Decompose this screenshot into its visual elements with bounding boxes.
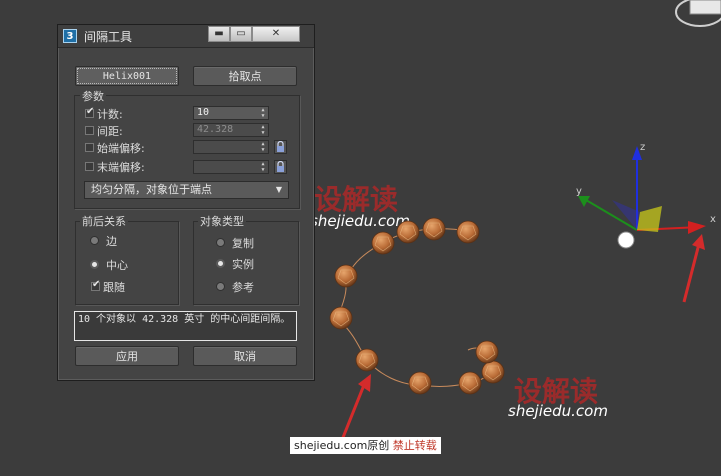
icosphere-object[interactable] xyxy=(458,371,482,395)
spacing-tool-dialog: 3 间隔工具 ▬ ▭ ✕ Helix001 拾取点 参数 ✔ 计数: 10 ▲ ▼… xyxy=(57,24,315,381)
spacing-value: 42.328 xyxy=(197,124,234,135)
radio-copy[interactable] xyxy=(216,238,225,247)
spacing-checkbox[interactable] xyxy=(85,126,94,135)
spinner-arrows-icon[interactable]: ▲ ▼ xyxy=(259,161,267,173)
dialog-title: 间隔工具 xyxy=(84,30,133,44)
end-offset-spinner[interactable]: ▲ ▼ xyxy=(193,160,269,174)
lock-icon[interactable] xyxy=(274,140,287,154)
end-offset-checkbox[interactable] xyxy=(85,162,94,171)
icosphere-object[interactable] xyxy=(371,231,395,255)
radio-centers[interactable] xyxy=(90,260,99,269)
distribution-dropdown[interactable]: 均匀分隔，对象位于端点 ▼ xyxy=(84,181,289,199)
icosphere-object[interactable] xyxy=(329,306,353,330)
object-option-instance: 实例 xyxy=(232,258,254,271)
spinner-arrows-icon[interactable]: ▲ ▼ xyxy=(259,107,267,119)
cancel-button[interactable]: 取消 xyxy=(193,346,297,366)
icosphere-object[interactable] xyxy=(422,217,446,241)
lock-icon[interactable] xyxy=(274,160,287,174)
count-value: 10 xyxy=(197,107,210,118)
end-offset-label: 末端偏移: xyxy=(97,161,145,174)
spacing-spinner[interactable]: 42.328 ▲ ▼ xyxy=(193,123,269,137)
count-spinner[interactable]: 10 ▲ ▼ xyxy=(193,106,269,120)
path-button[interactable]: Helix001 xyxy=(75,66,179,86)
spinner-arrows-icon[interactable]: ▲ ▼ xyxy=(259,124,267,136)
icosphere-object[interactable] xyxy=(396,220,420,244)
status-text: 10 个对象以 42.328 英寸 的中心间距间隔。 xyxy=(74,311,297,341)
count-checkbox[interactable]: ✔ xyxy=(85,106,95,118)
apply-button[interactable]: 应用 xyxy=(75,346,179,366)
object-type-label: 对象类型 xyxy=(198,213,246,229)
title-bar[interactable]: 3 间隔工具 ▬ ▭ ✕ xyxy=(58,25,314,48)
object-option-reference: 参考 xyxy=(232,281,254,294)
context-option-edges: 边 xyxy=(106,235,117,248)
minimize-button[interactable]: ▬ xyxy=(208,26,230,42)
object-option-copy: 复制 xyxy=(232,237,254,250)
follow-checkbox[interactable]: ✔ xyxy=(91,279,101,291)
radio-edges[interactable] xyxy=(90,236,99,245)
distribution-selected: 均匀分隔，对象位于端点 xyxy=(91,183,212,196)
app-icon: 3 xyxy=(63,29,77,43)
radio-reference[interactable] xyxy=(216,282,225,291)
icosphere-object[interactable] xyxy=(481,360,505,384)
context-option-follow: 跟随 xyxy=(103,281,125,294)
check-icon: ✔ xyxy=(92,279,101,290)
count-label: 计数: xyxy=(97,108,123,121)
start-offset-checkbox[interactable] xyxy=(85,143,94,152)
context-group-label: 前后关系 xyxy=(80,213,128,229)
start-offset-label: 始端偏移: xyxy=(97,142,145,155)
spinner-arrows-icon[interactable]: ▲ ▼ xyxy=(259,141,267,153)
check-icon: ✔ xyxy=(86,106,95,117)
icosphere-object[interactable] xyxy=(355,348,379,372)
icosphere-object[interactable] xyxy=(408,371,432,395)
radio-instance[interactable] xyxy=(216,259,225,268)
maximize-button[interactable]: ▭ xyxy=(230,26,252,42)
chevron-down-icon: ▼ xyxy=(275,185,282,194)
close-button[interactable]: ✕ xyxy=(252,26,300,42)
icosphere-object[interactable] xyxy=(334,264,358,288)
spacing-label: 间距: xyxy=(97,125,123,138)
icosphere-object[interactable] xyxy=(475,340,499,364)
params-label: 参数 xyxy=(80,88,106,104)
start-offset-spinner[interactable]: ▲ ▼ xyxy=(193,140,269,154)
pick-points-button[interactable]: 拾取点 xyxy=(193,66,297,86)
icosphere-object[interactable] xyxy=(456,220,480,244)
context-option-centers: 中心 xyxy=(106,259,128,272)
